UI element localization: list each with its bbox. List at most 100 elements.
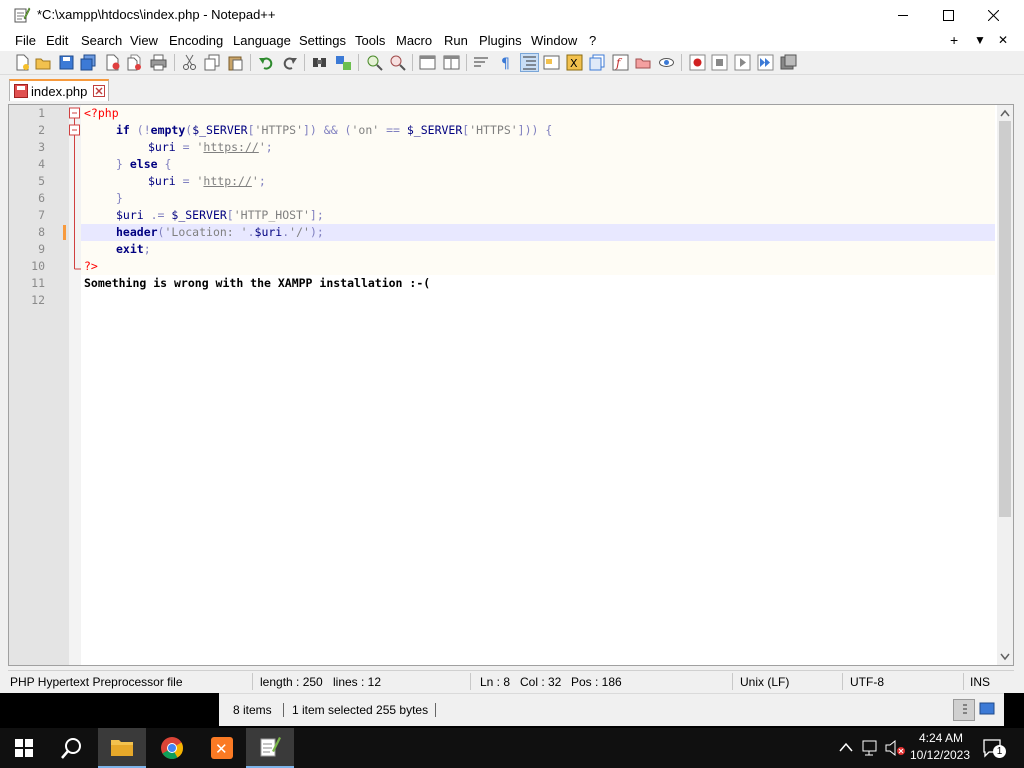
action-center-button[interactable]: 1 xyxy=(983,738,1006,758)
define-language-icon[interactable] xyxy=(543,54,560,71)
menu-plugins[interactable]: Plugins xyxy=(479,33,522,48)
status-insert-mode[interactable]: INS xyxy=(970,675,990,689)
line-number: 7 xyxy=(38,208,45,222)
maximize-button[interactable] xyxy=(925,0,971,31)
details-view-button[interactable] xyxy=(953,699,975,721)
function: empty xyxy=(150,123,186,137)
string: ' xyxy=(258,140,266,154)
indent-guide-icon[interactable] xyxy=(520,53,539,72)
operator: } xyxy=(116,157,130,171)
clock-time[interactable]: 4:24 AM xyxy=(911,731,971,745)
operator: == xyxy=(379,123,407,137)
save-icon[interactable] xyxy=(58,54,75,71)
variable: $_SERVER xyxy=(406,123,463,137)
undo-icon[interactable] xyxy=(258,54,275,71)
menu-settings[interactable]: Settings xyxy=(299,33,346,48)
replace-icon[interactable] xyxy=(335,54,352,71)
tab-list-button[interactable]: ▼ xyxy=(974,33,986,47)
url-string[interactable]: http:// xyxy=(203,174,251,188)
close-file-icon[interactable] xyxy=(104,54,121,71)
search-button[interactable] xyxy=(48,728,96,768)
volume-muted-icon[interactable] xyxy=(885,740,907,756)
code-editor[interactable]: 1 2 3 4 5 6 7 8 9 10 11 12 <?php if (!em… xyxy=(8,104,1014,666)
close-all-icon[interactable] xyxy=(126,54,143,71)
close-window-button[interactable] xyxy=(970,0,1016,31)
doc-list-icon[interactable] xyxy=(589,54,606,71)
status-length: length : 250 xyxy=(260,675,323,689)
change-history-marker xyxy=(63,225,66,240)
monitoring-icon[interactable] xyxy=(658,54,675,71)
scrollbar-thumb[interactable] xyxy=(999,121,1011,517)
record-macro-icon[interactable] xyxy=(689,54,706,71)
variable: $_SERVER xyxy=(192,123,248,137)
cut-icon[interactable] xyxy=(181,54,198,71)
code-area[interactable]: <?php if (!empty($_SERVER['HTTPS']) && (… xyxy=(81,105,997,665)
save-all-icon[interactable] xyxy=(80,54,97,71)
vertical-scrollbar[interactable] xyxy=(997,105,1013,665)
close-icon xyxy=(987,10,999,21)
operator: [ xyxy=(226,208,234,222)
stop-macro-icon[interactable] xyxy=(711,54,728,71)
new-tab-button[interactable]: + xyxy=(950,32,958,48)
code-line-3: $uri = 'https://'; xyxy=(148,139,273,156)
status-encoding[interactable]: UTF-8 xyxy=(850,675,884,689)
title-bar[interactable]: *C:\xampp\htdocs\index.php - Notepad++ xyxy=(0,0,1024,31)
menu-encoding[interactable]: Encoding xyxy=(169,33,223,48)
show-hidden-icons-icon[interactable] xyxy=(839,742,853,752)
sync-horizontal-icon[interactable] xyxy=(443,54,460,71)
status-eol[interactable]: Unix (LF) xyxy=(740,675,789,689)
find-icon[interactable] xyxy=(311,54,328,71)
sync-vertical-icon[interactable] xyxy=(419,54,436,71)
code-line-4: } else { xyxy=(116,156,171,173)
scroll-down-icon[interactable] xyxy=(1000,653,1010,661)
paste-icon[interactable] xyxy=(227,54,244,71)
scroll-up-icon[interactable] xyxy=(1000,109,1010,117)
menu-window[interactable]: Window xyxy=(531,33,577,48)
taskbar: ✕ 4:24 AM 10/12/2023 1 xyxy=(0,728,1024,768)
zoom-out-icon[interactable] xyxy=(389,54,406,71)
variable: $uri xyxy=(148,140,176,154)
html-text: Something is wrong with the XAMPP instal… xyxy=(84,276,431,290)
doc-map-icon[interactable]: X xyxy=(566,54,583,71)
taskbar-file-explorer[interactable] xyxy=(98,728,146,768)
menu-run[interactable]: Run xyxy=(444,33,468,48)
start-button[interactable] xyxy=(0,728,48,768)
menu-macro[interactable]: Macro xyxy=(396,33,432,48)
word-wrap-icon[interactable] xyxy=(473,54,490,71)
taskbar-chrome[interactable] xyxy=(148,728,196,768)
menu-tools[interactable]: Tools xyxy=(355,33,385,48)
large-icons-view-button[interactable] xyxy=(977,699,999,721)
tab-close-icon[interactable] xyxy=(93,85,105,97)
menu-language[interactable]: Language xyxy=(233,33,291,48)
menu-help[interactable]: ? xyxy=(589,33,596,48)
taskbar-notepadpp[interactable] xyxy=(246,728,294,768)
desktop: *C:\xampp\htdocs\index.php - Notepad++ F… xyxy=(0,0,1024,768)
copy-icon[interactable] xyxy=(204,54,221,71)
close-tab-button[interactable]: ✕ xyxy=(998,33,1008,47)
taskbar-xampp[interactable]: ✕ xyxy=(198,728,246,768)
save-macro-icon[interactable] xyxy=(780,54,797,71)
new-file-icon[interactable] xyxy=(14,54,31,71)
menu-edit[interactable]: Edit xyxy=(46,33,68,48)
menu-view[interactable]: View xyxy=(130,33,158,48)
show-all-characters-icon[interactable]: ¶ xyxy=(497,54,514,71)
clock-date[interactable]: 10/12/2023 xyxy=(905,748,975,762)
menu-search[interactable]: Search xyxy=(81,33,122,48)
zoom-in-icon[interactable] xyxy=(366,54,383,71)
tab-index-php[interactable]: index.php xyxy=(9,79,109,101)
code-line-10: ?> xyxy=(84,258,98,275)
url-string[interactable]: https:// xyxy=(203,140,258,154)
fold-margin[interactable] xyxy=(69,105,81,665)
redo-icon[interactable] xyxy=(281,54,298,71)
variable: $uri xyxy=(116,208,144,222)
open-file-icon[interactable] xyxy=(35,54,52,71)
minimize-button[interactable] xyxy=(880,0,926,31)
operator: . xyxy=(247,225,255,239)
print-icon[interactable] xyxy=(150,54,167,71)
menu-file[interactable]: File xyxy=(15,33,36,48)
folder-workspace-icon[interactable] xyxy=(635,54,652,71)
play-macro-icon[interactable] xyxy=(734,54,751,71)
run-macro-multiple-icon[interactable] xyxy=(757,54,774,71)
function-list-icon[interactable]: f xyxy=(612,54,629,71)
network-icon[interactable] xyxy=(862,740,880,756)
